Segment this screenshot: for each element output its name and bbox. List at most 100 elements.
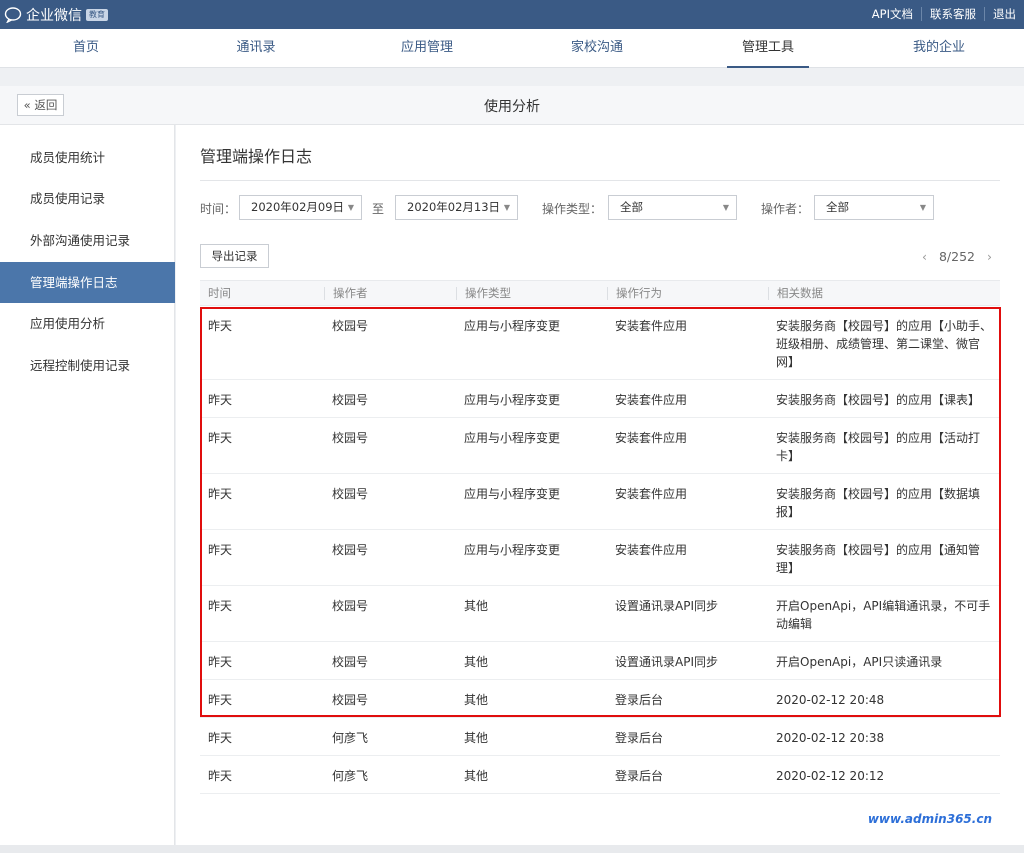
type-select[interactable]: 全部 ▼ [608, 195, 737, 220]
app-logo[interactable]: 企业微信 教育 [4, 5, 108, 25]
cell-operator: 校园号 [332, 319, 369, 333]
chat-bubble-icon [4, 7, 22, 23]
chevron-left-icon[interactable]: ‹ [922, 249, 927, 264]
cell-operator: 校园号 [332, 693, 369, 707]
sidebar-item-admin-log[interactable]: 管理端操作日志 [0, 262, 175, 303]
cell-data: 2020-02-12 20:38 [776, 731, 885, 745]
column-header-operator: 操作者 [324, 287, 368, 300]
cell-data: 2020-02-12 20:12 [776, 769, 885, 783]
cell-time: 昨天 [208, 487, 233, 501]
cell-type: 应用与小程序变更 [464, 319, 561, 333]
top-bar: 企业微信 教育 API文档 联系客服 退出 [0, 0, 1024, 29]
cell-type: 应用与小程序变更 [464, 543, 561, 557]
nav-contacts[interactable]: 通讯录 [222, 29, 290, 68]
edu-badge: 教育 [86, 9, 108, 21]
sidebar-item-app-analysis[interactable]: 应用使用分析 [0, 303, 175, 344]
cell-action: 安装套件应用 [615, 487, 688, 501]
cell-operator: 校园号 [332, 543, 369, 557]
cell-data: 安装服务商【校园号】的应用【课表】 [776, 393, 981, 407]
cell-action: 登录后台 [615, 731, 664, 745]
sidebar-item-external-records[interactable]: 外部沟通使用记录 [0, 220, 175, 261]
cell-time: 昨天 [208, 319, 233, 333]
cell-time: 昨天 [208, 543, 233, 557]
cell-type: 其他 [464, 731, 489, 745]
sidebar-item-member-stats[interactable]: 成员使用统计 [0, 137, 175, 178]
start-date-select[interactable]: 2020年02月09日 ▼ [239, 195, 362, 220]
cell-action: 登录后台 [615, 769, 664, 783]
cell-data: 安装服务商【校园号】的应用【通知管理】 [776, 543, 981, 575]
table-header: 时间 操作者 操作类型 操作行为 相关数据 [200, 280, 1000, 306]
caret-down-icon: ▼ [919, 203, 926, 212]
caret-down-icon: ▼ [503, 203, 510, 212]
end-date-value: 2020年02月13日 [407, 200, 501, 214]
logout-link[interactable]: 退出 [984, 7, 1024, 21]
time-label: 时间： [200, 202, 237, 216]
nav-my-company[interactable]: 我的企业 [898, 29, 980, 68]
cell-type: 应用与小程序变更 [464, 431, 561, 445]
to-label: 至 [372, 202, 385, 216]
cell-operator: 何彦飞 [332, 731, 369, 745]
operator-value: 全部 [826, 200, 849, 214]
table-row: 昨天 何彦飞 其他 登录后台 2020-02-12 20:38 [200, 718, 1000, 756]
divider [200, 180, 1000, 181]
start-date-value: 2020年02月09日 [251, 200, 345, 214]
cell-operator: 校园号 [332, 487, 369, 501]
column-header-action: 操作行为 [607, 287, 662, 300]
table-row: 昨天 校园号 应用与小程序变更 安装套件应用 安装服务商【校园号】的应用【通知管… [200, 530, 1000, 586]
nav-app-management[interactable]: 应用管理 [386, 29, 468, 68]
nav-home[interactable]: 首页 [52, 29, 120, 68]
sidebar-item-remote-control[interactable]: 远程控制使用记录 [0, 345, 175, 386]
export-button[interactable]: 导出记录 [200, 244, 269, 268]
caret-down-icon: ▼ [347, 203, 354, 212]
sidebar-item-member-records[interactable]: 成员使用记录 [0, 178, 175, 219]
nav-management-tools[interactable]: 管理工具 [727, 29, 809, 68]
column-header-data: 相关数据 [768, 287, 823, 300]
cell-action: 安装套件应用 [615, 431, 688, 445]
sidebar: 成员使用统计 成员使用记录 外部沟通使用记录 管理端操作日志 应用使用分析 远程… [0, 125, 175, 853]
page-header: « 返回 使用分析 [0, 86, 1024, 125]
log-table-body: 昨天 校园号 应用与小程序变更 安装套件应用 安装服务商【校园号】的应用【小助手… [200, 306, 1000, 794]
watermark: www.admin365.cn [867, 812, 992, 826]
contact-support-link[interactable]: 联系客服 [921, 7, 984, 21]
cell-data: 安装服务商【校园号】的应用【活动打卡】 [776, 431, 981, 463]
type-value: 全部 [620, 200, 643, 214]
caret-down-icon: ▼ [722, 203, 729, 212]
table-row: 昨天 校园号 应用与小程序变更 安装套件应用 安装服务商【校园号】的应用【小助手… [200, 306, 1000, 380]
cell-time: 昨天 [208, 599, 233, 613]
api-docs-link[interactable]: API文档 [864, 7, 921, 21]
app-name: 企业微信 [26, 8, 82, 24]
cell-data: 2020-02-12 20:48 [776, 693, 885, 707]
chevron-right-icon[interactable]: › [987, 249, 992, 264]
cell-type: 其他 [464, 599, 489, 613]
cell-operator: 校园号 [332, 393, 369, 407]
pager: ‹ 8/252 › [922, 249, 992, 264]
cell-time: 昨天 [208, 693, 233, 707]
footer [0, 845, 1024, 853]
cell-time: 昨天 [208, 431, 233, 445]
type-label: 操作类型： [542, 202, 603, 216]
nav-home-school[interactable]: 家校沟通 [556, 29, 638, 68]
cell-action: 登录后台 [615, 693, 664, 707]
cell-type: 其他 [464, 655, 489, 669]
cell-operator: 校园号 [332, 599, 369, 613]
cell-time: 昨天 [208, 769, 233, 783]
cell-operator: 校园号 [332, 655, 369, 669]
cell-action: 安装套件应用 [615, 319, 688, 333]
page-title: 使用分析 [484, 99, 540, 115]
table-row: 昨天 校园号 应用与小程序变更 安装套件应用 安装服务商【校园号】的应用【活动打… [200, 418, 1000, 474]
cell-time: 昨天 [208, 393, 233, 407]
table-row: 昨天 校园号 应用与小程序变更 安装套件应用 安装服务商【校园号】的应用【课表】 [200, 380, 1000, 418]
cell-type: 其他 [464, 693, 489, 707]
cell-operator: 校园号 [332, 431, 369, 445]
main-content: 管理端操作日志 时间： 2020年02月09日 ▼ 至 2020年02月13日 … [176, 125, 1024, 853]
main-nav: 首页 通讯录 应用管理 家校沟通 管理工具 我的企业 [0, 29, 1024, 68]
end-date-select[interactable]: 2020年02月13日 ▼ [395, 195, 518, 220]
cell-action: 设置通讯录API同步 [615, 599, 718, 613]
column-header-time: 时间 [208, 286, 231, 300]
cell-time: 昨天 [208, 655, 233, 669]
cell-data: 开启OpenApi，API只读通讯录 [776, 655, 943, 669]
operator-select[interactable]: 全部 ▼ [814, 195, 934, 220]
cell-time: 昨天 [208, 731, 233, 745]
top-links: API文档 联系客服 退出 [864, 7, 1024, 21]
section-title: 管理端操作日志 [200, 147, 313, 166]
